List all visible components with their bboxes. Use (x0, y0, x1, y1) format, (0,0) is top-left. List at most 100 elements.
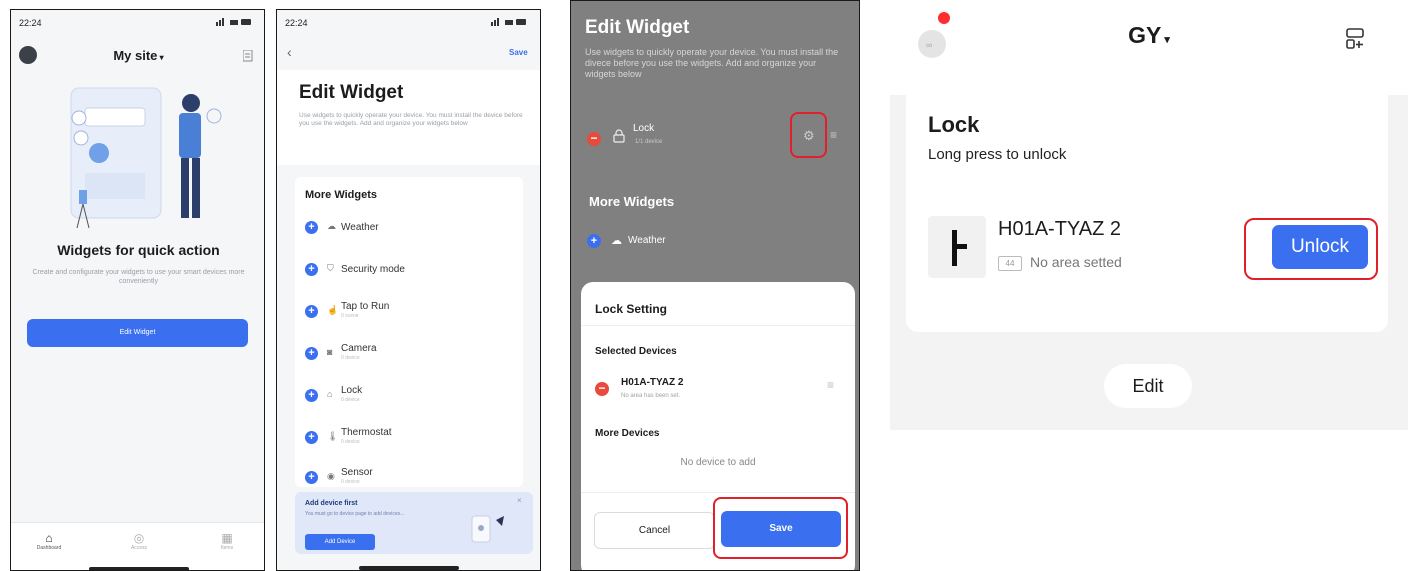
page-title: Edit Widget (585, 17, 690, 38)
device-name: H01A-TYAZ 2 (621, 377, 684, 388)
add-widget-icon[interactable] (1346, 28, 1366, 55)
home-screen-panel: 22:24 My site ▾ Widgets for quick action… (10, 9, 265, 571)
chevron-down-icon: ▾ (157, 53, 164, 62)
drag-handle-icon[interactable]: ≡ (827, 378, 834, 392)
description: Create and configurate your widgets to u… (32, 269, 245, 285)
bottom-tab-bar: ⌂ Dashboard ◎ Access ▦ Items (11, 522, 264, 570)
divider (581, 492, 855, 493)
area-badge: 44 (998, 256, 1022, 271)
item-sub: 0 device (341, 439, 360, 445)
drag-handle-icon[interactable]: ≡ (830, 128, 837, 142)
page-title: Edit Widget (299, 82, 404, 103)
lock-card: Lock Long press to unlock H01A-TYAZ 2 44… (906, 86, 1388, 332)
widget-list-card: More Widgets + ☁ Weather + ⛉ Security mo… (295, 177, 523, 487)
grid-icon: ▦ (221, 531, 233, 545)
site-title: My site (113, 48, 158, 63)
item-label: Weather (341, 222, 379, 233)
card-title: Lock (928, 112, 980, 137)
description: Use widgets to quickly operate your devi… (299, 112, 523, 127)
tab-label: Dashboard (36, 545, 62, 551)
item-sub: 0 device (341, 479, 360, 485)
tab-access[interactable]: ◎ Access (119, 531, 159, 551)
banner-text: You must go to device page to add device… (305, 511, 405, 517)
empty-state-text: No device to add (680, 457, 756, 468)
selected-devices-title: Selected Devices (595, 346, 677, 357)
camera-icon: ◙ (327, 347, 333, 357)
weather-icon: ☁ (611, 235, 622, 247)
item-sub: 0 device (341, 355, 360, 361)
lock-setting-panel: Edit Widget Use widgets to quickly opera… (570, 0, 860, 571)
sensor-icon: ◉ (327, 471, 335, 481)
area-text: No area setted (1030, 254, 1122, 270)
lock-label: Lock (633, 123, 655, 134)
description: Use widgets to quickly operate your devi… (585, 47, 839, 79)
close-icon[interactable]: × (517, 496, 522, 505)
item-label: Tap to Run (341, 301, 390, 312)
shield-icon: ⛉ (327, 263, 334, 273)
divider (581, 325, 855, 326)
remove-icon[interactable]: − (587, 132, 601, 146)
tab-label: Access (130, 545, 148, 551)
item-label: Camera (341, 343, 377, 354)
weather-icon: ☁ (327, 221, 336, 231)
section-title: More Widgets (589, 194, 675, 209)
tab-items[interactable]: ▦ Items (207, 531, 247, 551)
edit-widget-panel: 22:24 ‹ Save Edit Widget Use widgets to … (276, 9, 541, 571)
menu-icon[interactable] (242, 49, 253, 67)
tap-icon: ☝ (327, 305, 339, 315)
add-icon[interactable]: + (305, 431, 318, 444)
item-sub: 0 device (341, 397, 360, 403)
weather-label: Weather (628, 235, 666, 246)
item-label: Security mode (341, 264, 405, 275)
add-device-banner: Add device first You must go to device p… (295, 492, 533, 554)
add-icon[interactable]: + (305, 389, 318, 402)
add-icon[interactable]: + (305, 263, 318, 276)
home-indicator (359, 566, 459, 570)
chevron-down-icon: ▾ (1161, 34, 1170, 46)
remove-icon[interactable]: − (595, 382, 609, 396)
edit-button[interactable]: Edit (1104, 364, 1192, 408)
device-row[interactable]: − H01A-TYAZ 2 No area has been set. ≡ (581, 368, 855, 410)
add-icon[interactable]: + (305, 221, 318, 234)
banner-title: Add device first (305, 500, 358, 507)
home-indicator (89, 567, 189, 570)
add-device-button[interactable]: Add Device (305, 534, 375, 550)
item-label: Thermostat (341, 427, 392, 438)
device-image (928, 216, 986, 278)
top-bar: ∞ GY ▾ (890, 0, 1408, 95)
status-time: 22:24 (19, 18, 42, 28)
add-icon[interactable]: + (305, 347, 318, 360)
sheet-title: Lock Setting (595, 302, 668, 316)
thermometer-icon: 🌡 (327, 431, 339, 441)
widgets-illustration (51, 78, 231, 243)
back-icon[interactable]: ‹ (287, 44, 292, 60)
home-icon: ⌂ (45, 531, 53, 545)
lock-icon: ⌂ (327, 389, 333, 399)
item-label: Sensor (341, 467, 373, 478)
add-icon[interactable]: + (587, 234, 601, 248)
device-name: H01A-TYAZ 2 (998, 218, 1121, 240)
add-icon[interactable]: + (305, 305, 318, 318)
tab-dashboard[interactable]: ⌂ Dashboard (29, 531, 69, 551)
lock-sub: 1/1 device (635, 139, 663, 145)
tab-label: Items (220, 545, 234, 551)
gear-highlight (790, 112, 827, 158)
more-devices-title: More Devices (595, 428, 660, 439)
access-icon: ◎ (133, 531, 145, 545)
cancel-button[interactable]: Cancel (594, 512, 715, 549)
add-icon[interactable]: + (305, 471, 318, 484)
save-button[interactable]: Save (509, 48, 528, 57)
item-sub: 0 scene (341, 313, 359, 319)
unlock-highlight (1244, 218, 1378, 280)
header-card: Edit Widget Use widgets to quickly opera… (277, 70, 540, 165)
device-illustration (470, 508, 510, 553)
status-icons (216, 17, 252, 29)
card-subtitle: Long press to unlock (928, 146, 1067, 163)
status-icons (491, 17, 527, 29)
section-title: More Widgets (305, 189, 378, 201)
site-selector[interactable]: My site ▾ (11, 48, 264, 63)
site-name: GY (1128, 22, 1162, 48)
site-selector[interactable]: GY ▾ (890, 22, 1408, 49)
save-highlight (713, 497, 848, 559)
edit-widget-button[interactable]: Edit Widget (27, 319, 248, 347)
